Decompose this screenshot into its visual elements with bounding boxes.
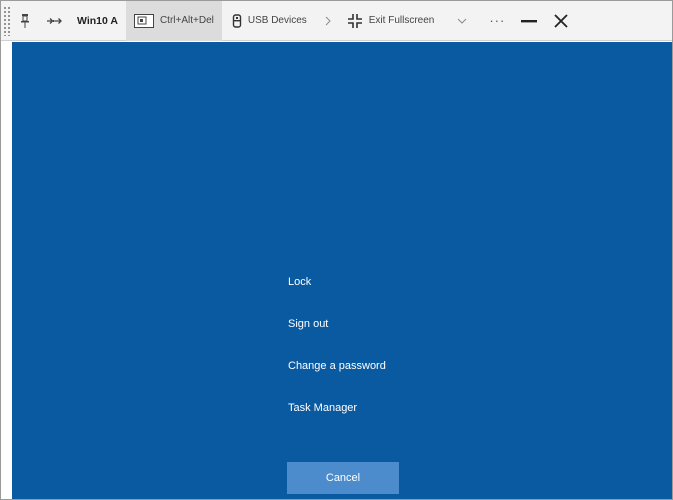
connection-bar-button[interactable]: [39, 1, 71, 41]
chevron-right-icon: [325, 16, 331, 26]
more-icon: ···: [489, 13, 506, 28]
ctrl-alt-del-label: Ctrl+Alt+Del: [159, 15, 214, 26]
cancel-button[interactable]: Cancel: [287, 462, 399, 494]
usb-icon: [232, 13, 242, 28]
change-password-option[interactable]: Change a password: [288, 359, 488, 373]
exit-fullscreen-icon: [347, 13, 363, 29]
task-manager-option[interactable]: Task Manager: [288, 401, 488, 415]
chevron-down-icon: [457, 18, 467, 24]
security-options-menu: Lock Sign out Change a password Task Man…: [288, 275, 488, 443]
vm-toolbar: Win10 A Ctrl+Alt+Del USB Devices Exit Fu…: [1, 1, 672, 41]
exit-fullscreen-button[interactable]: Exit Fullscreen: [341, 1, 443, 41]
usb-devices-label: USB Devices: [247, 15, 307, 26]
toolbar-grip-handle[interactable]: [3, 5, 11, 36]
usb-devices-button[interactable]: USB Devices: [222, 1, 315, 41]
remote-desktop-screen[interactable]: Lock Sign out Change a password Task Man…: [12, 42, 672, 499]
arrows-icon: [46, 16, 64, 26]
pin-button[interactable]: [11, 1, 39, 41]
sign-out-option[interactable]: Sign out: [288, 317, 488, 331]
ctrl-alt-del-button[interactable]: Ctrl+Alt+Del: [125, 1, 222, 41]
minimize-button[interactable]: [512, 1, 546, 41]
more-options-button[interactable]: ···: [482, 1, 512, 41]
close-button[interactable]: [546, 1, 576, 41]
lock-option[interactable]: Lock: [288, 275, 488, 289]
minimize-icon: [521, 19, 538, 23]
vm-window: Win10 A Ctrl+Alt+Del USB Devices Exit Fu…: [0, 0, 673, 500]
toolbar-expand-button[interactable]: [442, 1, 482, 41]
exit-fullscreen-label: Exit Fullscreen: [368, 15, 435, 26]
pin-icon: [20, 13, 30, 29]
vm-name-label: Win10 A: [77, 14, 118, 27]
keyboard-icon: [133, 13, 154, 28]
toolbar-separator: [315, 1, 341, 41]
close-icon: [554, 13, 568, 28]
